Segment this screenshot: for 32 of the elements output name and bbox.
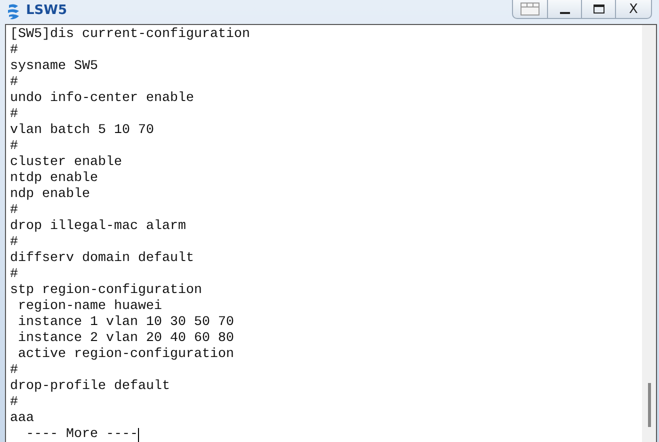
terminal-line: aaa	[10, 411, 34, 427]
maximize-icon	[592, 4, 604, 14]
terminal-line: #	[10, 75, 18, 91]
terminal-line: [SW5]dis current-configuration	[10, 27, 250, 43]
minimize-icon	[560, 12, 570, 14]
terminal-line: ---- More ----	[24, 427, 138, 442]
terminal-line: #	[10, 43, 18, 59]
terminal-line: #	[10, 139, 18, 155]
terminal-line: ndp enable	[10, 187, 90, 203]
terminal-line: #	[10, 363, 18, 379]
terminal-line: instance 1 vlan 10 30 50 70	[16, 315, 234, 331]
terminal-line: #	[10, 235, 18, 251]
terminal-line: ntdp enable	[10, 171, 98, 187]
layout-icon	[520, 2, 540, 16]
terminal-line: #	[10, 107, 18, 123]
terminal-line: stp region-configuration	[10, 283, 202, 299]
scrollbar-thumb[interactable]	[648, 383, 650, 427]
terminal-line: #	[10, 395, 18, 411]
terminal-line: undo info-center enable	[10, 91, 194, 107]
terminal-line: diffserv domain default	[10, 251, 194, 267]
terminal-line: sysname SW5	[10, 59, 98, 75]
terminal-line: active region-configuration	[16, 347, 234, 363]
terminal-line: region-name huawei	[16, 299, 162, 315]
terminal-line: #	[10, 203, 18, 219]
terminal-line: #	[10, 267, 18, 283]
text-cursor	[138, 428, 139, 442]
terminal-line: cluster enable	[10, 155, 122, 171]
terminal-line: vlan batch 5 10 70	[10, 123, 154, 139]
terminal-line: drop illegal-mac alarm	[10, 219, 186, 235]
terminal-line: drop-profile default	[10, 379, 170, 395]
window-title: LSW5	[26, 2, 68, 20]
terminal-line: instance 2 vlan 20 40 60 80	[16, 331, 234, 347]
